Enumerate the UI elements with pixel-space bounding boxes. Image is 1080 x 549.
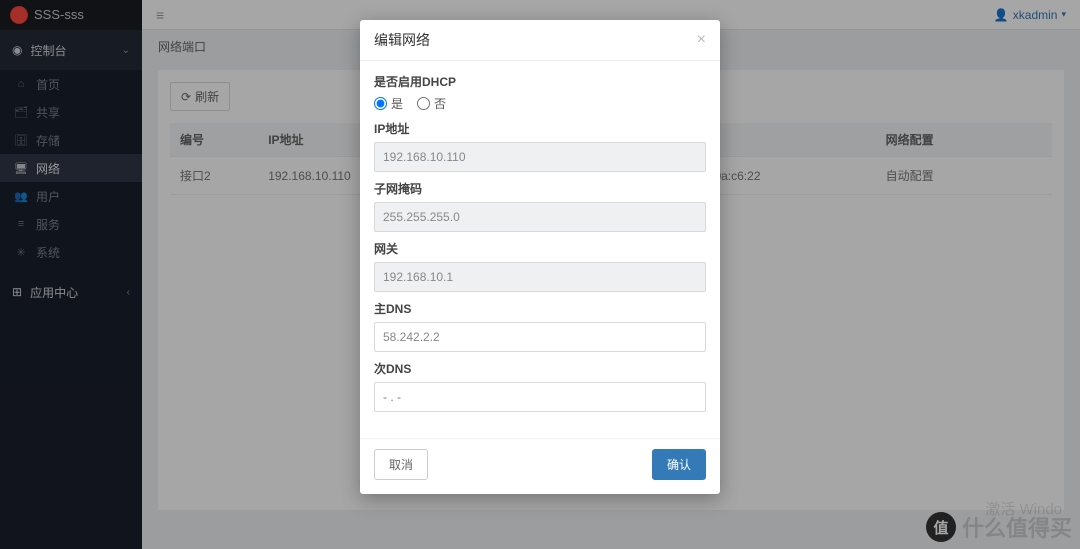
subnet-mask-input[interactable] [374, 202, 706, 232]
dhcp-yes-option[interactable]: 是 [374, 95, 403, 112]
dhcp-no-label: 否 [434, 95, 446, 112]
modal-header: 编辑网络 × [360, 20, 720, 61]
dhcp-no-radio[interactable] [417, 97, 430, 110]
label-dns1: 主DNS [374, 300, 706, 317]
gateway-input[interactable] [374, 262, 706, 292]
label-dns2: 次DNS [374, 360, 706, 377]
secondary-dns-input[interactable] [374, 382, 706, 412]
label-mask: 子网掩码 [374, 180, 706, 197]
dhcp-yes-label: 是 [391, 95, 403, 112]
modal-footer: 取消 确认 [360, 438, 720, 494]
dhcp-no-option[interactable]: 否 [417, 95, 446, 112]
cancel-button[interactable]: 取消 [374, 449, 428, 480]
edit-network-modal: 编辑网络 × 是否启用DHCP 是 否 IP地址 子网掩码 网关 主DNS 次D… [360, 20, 720, 494]
modal-title: 编辑网络 [374, 30, 430, 50]
label-gateway: 网关 [374, 240, 706, 257]
confirm-button[interactable]: 确认 [652, 449, 706, 480]
modal-body: 是否启用DHCP 是 否 IP地址 子网掩码 网关 主DNS 次DNS [360, 61, 720, 418]
ip-input[interactable] [374, 142, 706, 172]
close-button[interactable]: × [697, 31, 706, 49]
dhcp-radio-group: 是 否 [374, 95, 706, 112]
label-ip: IP地址 [374, 120, 706, 137]
primary-dns-input[interactable] [374, 322, 706, 352]
modal-overlay: 编辑网络 × 是否启用DHCP 是 否 IP地址 子网掩码 网关 主DNS 次D… [0, 0, 1080, 549]
label-dhcp: 是否启用DHCP [374, 73, 706, 90]
dhcp-yes-radio[interactable] [374, 97, 387, 110]
